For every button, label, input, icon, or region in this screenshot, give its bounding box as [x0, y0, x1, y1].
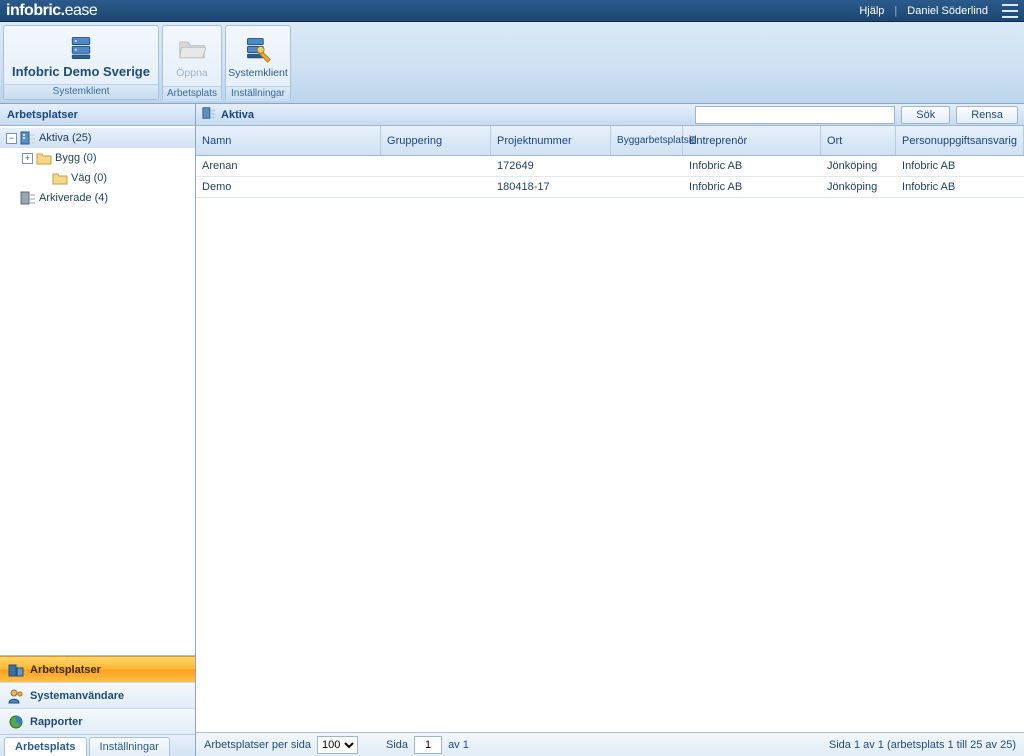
system-client-title[interactable]: Infobric Demo Sverige: [4, 64, 158, 79]
server-wrench-icon: [242, 33, 274, 65]
cell-ort: Jönköping: [821, 160, 896, 172]
tree-node-arkiverade[interactable]: Arkiverade (4): [0, 188, 195, 208]
brand-logo: infobric.ease: [6, 2, 97, 20]
cell-ort: Jönköping: [821, 181, 896, 193]
nav-rapporter[interactable]: Rapporter: [0, 708, 195, 734]
per-page-label: Arbetsplatser per sida: [204, 739, 311, 751]
cell-entreprenor: Infobric AB: [683, 181, 821, 193]
col-namn[interactable]: Namn: [196, 126, 381, 155]
search-button[interactable]: Sök: [901, 106, 950, 124]
cell-person: Infobric AB: [896, 181, 1024, 193]
systemklient-settings-label: Systemklient: [228, 67, 288, 79]
expand-icon[interactable]: +: [22, 153, 33, 164]
cell-namn: Demo: [196, 181, 381, 193]
content: Aktiva Sök Rensa Namn Gruppering Projekt…: [196, 104, 1024, 756]
grid-body: Arenan 172649 Infobric AB Jönköping Info…: [196, 156, 1024, 732]
content-title-text: Aktiva: [221, 109, 254, 121]
col-ort[interactable]: Ort: [821, 126, 896, 155]
tree-label-aktiva: Aktiva (25): [39, 132, 92, 144]
grid-footer: Arbetsplatser per sida 100 Sida av 1 Sid…: [196, 732, 1024, 756]
ribbon-label-systemklient: Systemklient: [4, 84, 158, 99]
workplaces-icon: [8, 662, 24, 678]
nav-arbetsplatser-label: Arbetsplatser: [30, 664, 101, 676]
ribbon-group-arbetsplats: Öppna Arbetsplats: [162, 25, 222, 100]
col-byggarbetsplatsid[interactable]: Byggarbetsplatsid: [611, 126, 683, 155]
ribbon: Infobric Demo Sverige Systemklient Öppna…: [0, 22, 1024, 104]
cell-person: Infobric AB: [896, 160, 1024, 172]
archive-icon: [20, 190, 36, 206]
brand-right: ease: [65, 2, 98, 19]
menu-icon[interactable]: [1002, 4, 1018, 18]
top-bar: infobric.ease Hjälp | Daniel Söderlind: [0, 0, 1024, 22]
building-list-icon: [20, 130, 36, 146]
open-button: Öppna: [166, 26, 218, 86]
folder-open-icon: [176, 33, 208, 65]
col-projektnummer[interactable]: Projektnummer: [491, 126, 611, 155]
tree-node-aktiva[interactable]: − Aktiva (25): [0, 128, 195, 148]
ribbon-label-installningar: Inställningar: [226, 86, 290, 101]
ribbon-label-arbetsplats: Arbetsplats: [163, 86, 221, 101]
tree-label-bygg: Bygg (0): [55, 152, 97, 164]
sidebar: Arbetsplatser − Aktiva (25) + Bygg (0): [0, 104, 196, 756]
building-list-icon: [202, 106, 216, 123]
topbar-separator: |: [894, 5, 897, 17]
tree-node-vag[interactable]: Väg (0): [0, 168, 195, 188]
ribbon-group-installningar: Systemklient Inställningar: [225, 25, 291, 100]
nav-systemanvandare-label: Systemanvändare: [30, 690, 124, 702]
main-area: Arbetsplatser − Aktiva (25) + Bygg (0): [0, 104, 1024, 756]
table-row[interactable]: Arenan 172649 Infobric AB Jönköping Info…: [196, 156, 1024, 177]
reports-icon: [8, 714, 24, 730]
clear-button[interactable]: Rensa: [956, 106, 1018, 124]
page-input[interactable]: [414, 736, 442, 754]
users-icon: [8, 688, 24, 704]
col-entreprenor[interactable]: Entreprenör: [683, 126, 821, 155]
tree-node-bygg[interactable]: + Bygg (0): [0, 148, 195, 168]
nav-arbetsplatser[interactable]: Arbetsplatser: [0, 656, 195, 682]
sidebar-header: Arbetsplatser: [0, 104, 195, 126]
cell-projektnummer: 180418-17: [491, 181, 611, 193]
tab-arbetsplats[interactable]: Arbetsplats: [4, 737, 87, 756]
footer-status: Sida 1 av 1 (arbetsplats 1 till 25 av 25…: [829, 739, 1016, 751]
tree-label-vag: Väg (0): [71, 172, 107, 184]
ribbon-group-systemklient: Infobric Demo Sverige Systemklient: [3, 25, 159, 100]
tree-label-arkiverade: Arkiverade (4): [39, 192, 108, 204]
cell-entreprenor: Infobric AB: [683, 160, 821, 172]
help-link[interactable]: Hjälp: [853, 3, 890, 19]
sidebar-bottom: Arbetsplatser Systemanvändare Rapporter …: [0, 655, 195, 756]
brand-left: infobric: [6, 2, 61, 19]
content-header: Aktiva Sök Rensa: [196, 104, 1024, 126]
nav-rapporter-label: Rapporter: [30, 716, 83, 728]
col-gruppering[interactable]: Gruppering: [381, 126, 491, 155]
open-button-label: Öppna: [176, 67, 208, 79]
user-link[interactable]: Daniel Söderlind: [901, 3, 994, 19]
page-of-label: av 1: [448, 739, 469, 751]
per-page-select[interactable]: 100: [317, 736, 358, 754]
tree: − Aktiva (25) + Bygg (0) Väg (0): [0, 126, 195, 655]
table-row[interactable]: Demo 180418-17 Infobric AB Jönköping Inf…: [196, 177, 1024, 198]
systemklient-settings-button[interactable]: Systemklient: [222, 26, 294, 86]
col-personuppgiftsansvarig[interactable]: Personuppgiftsansvarig: [896, 126, 1024, 155]
server-icon: [65, 32, 97, 64]
sidebar-tabs: Arbetsplats Inställningar: [0, 734, 195, 756]
nav-systemanvandare[interactable]: Systemanvändare: [0, 682, 195, 708]
page-label: Sida: [386, 739, 408, 751]
folder-icon: [52, 170, 68, 186]
search-input[interactable]: [695, 106, 895, 124]
collapse-icon[interactable]: −: [6, 133, 17, 144]
tab-installningar[interactable]: Inställningar: [89, 737, 170, 756]
grid-header: Namn Gruppering Projektnummer Byggarbets…: [196, 126, 1024, 156]
cell-projektnummer: 172649: [491, 160, 611, 172]
folder-icon: [36, 150, 52, 166]
cell-namn: Arenan: [196, 160, 381, 172]
